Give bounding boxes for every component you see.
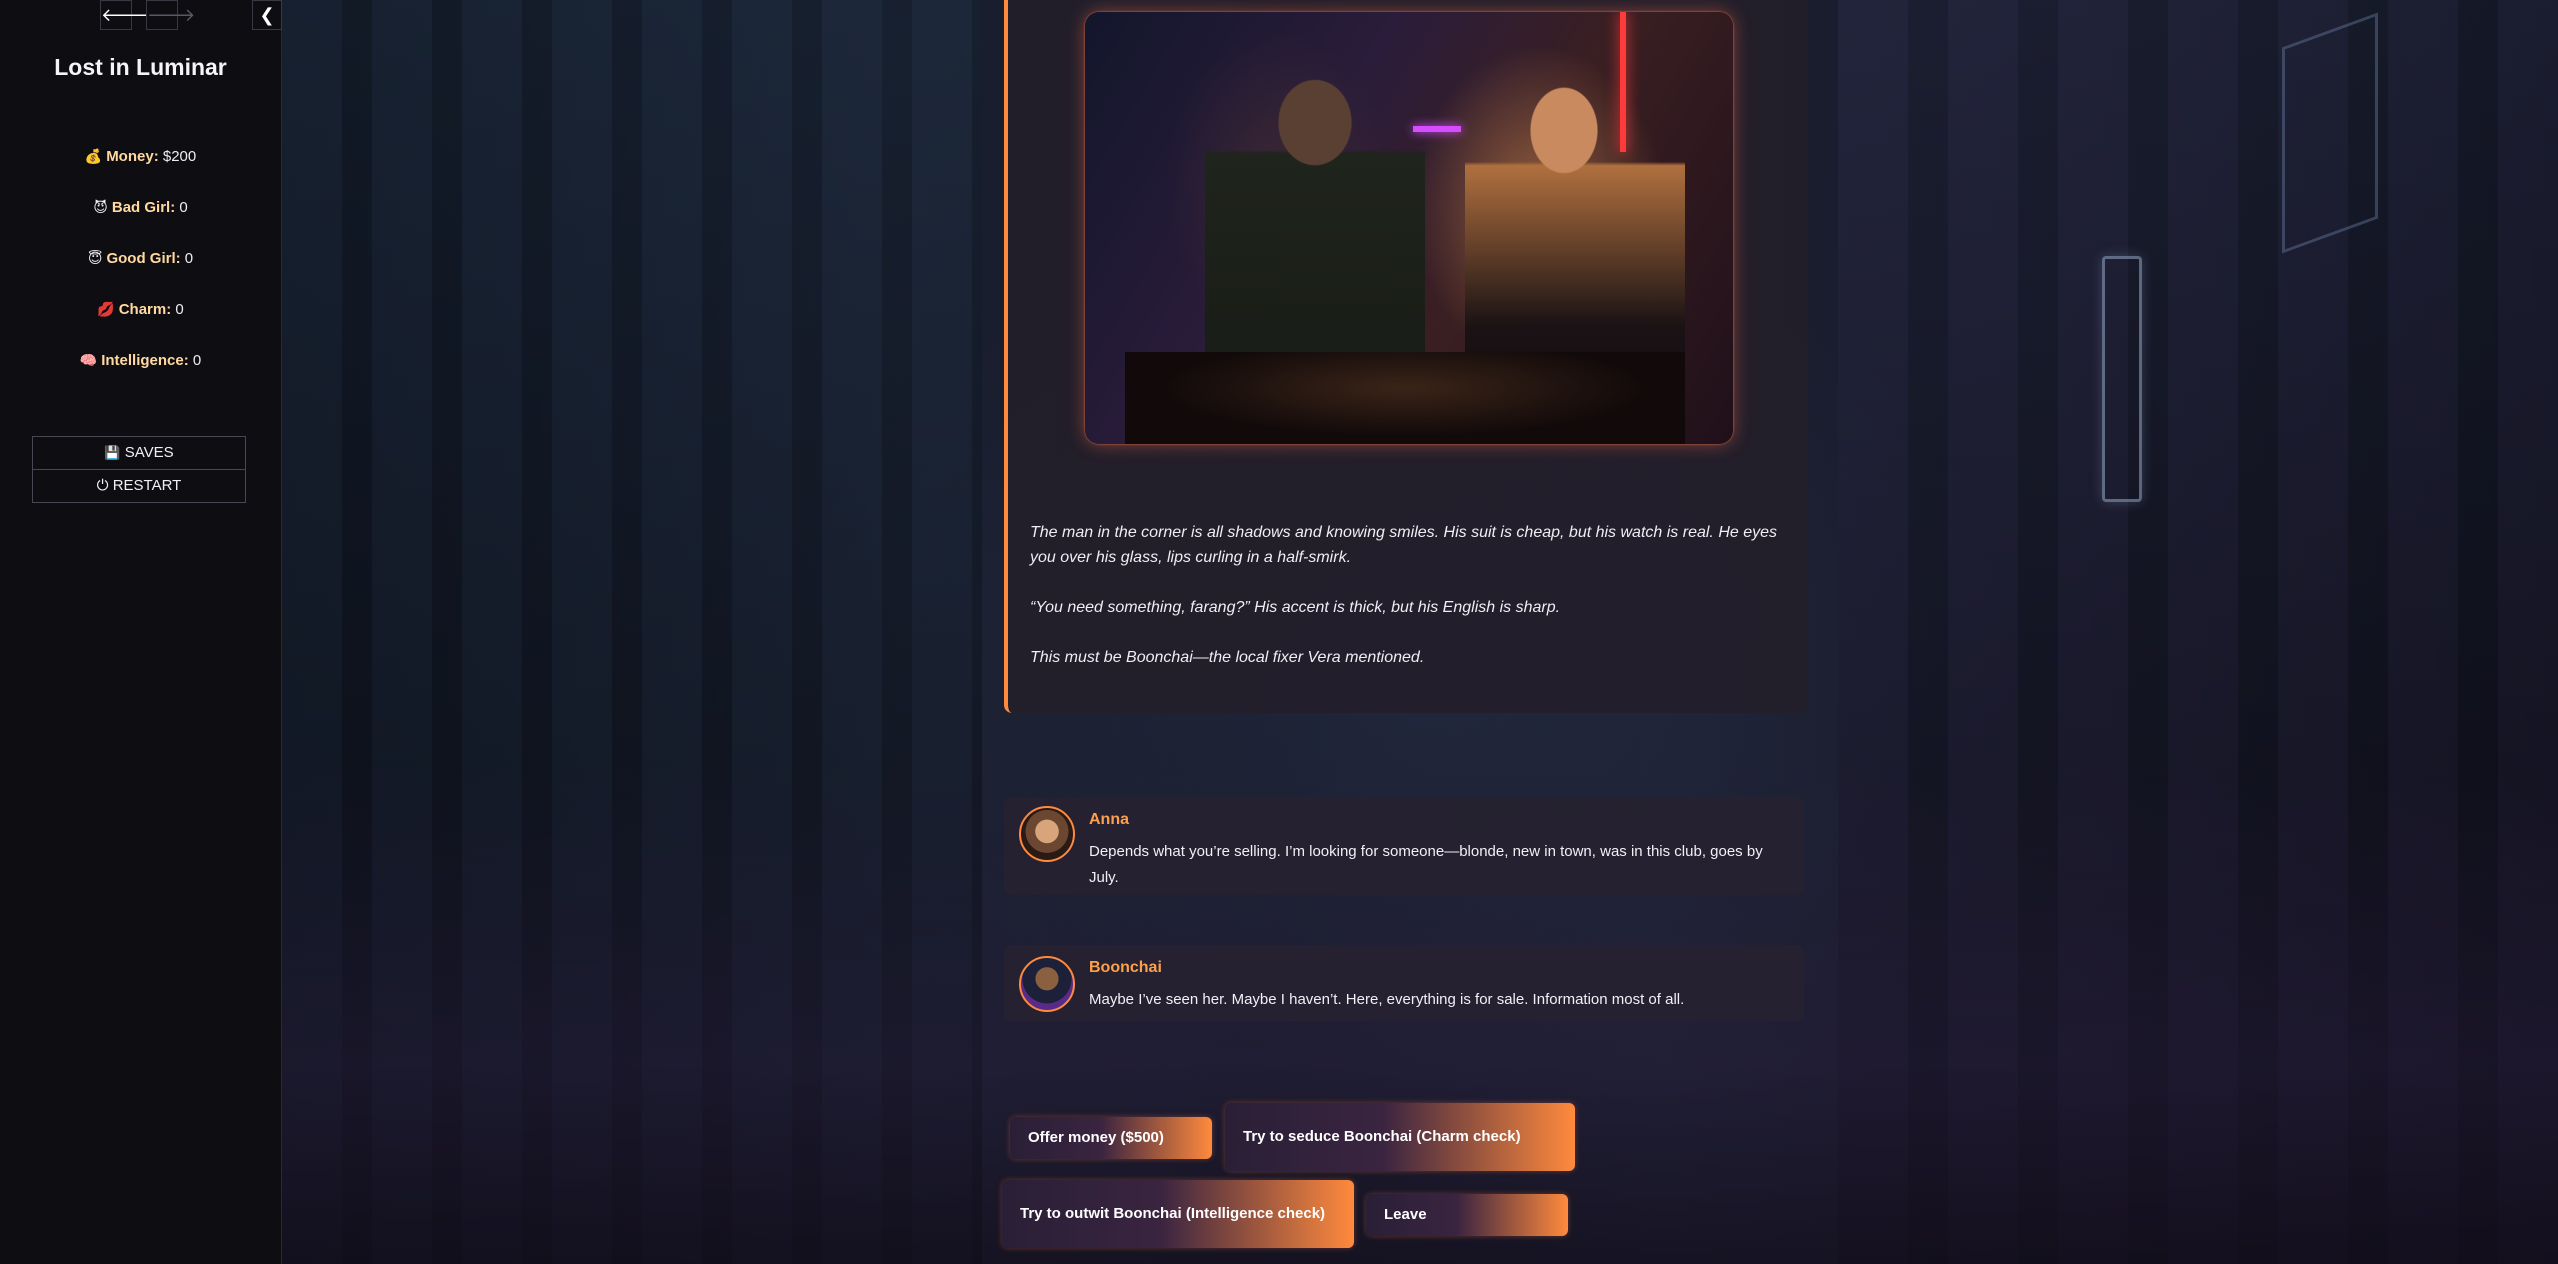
- saves-label: SAVES: [124, 444, 174, 461]
- story-text: The man in the corner is all shadows and…: [1030, 520, 1790, 695]
- angel-icon: 😇: [87, 250, 103, 266]
- stat-label: Bad Girl:: [111, 199, 176, 216]
- scene-image: [1085, 12, 1733, 444]
- background-wall-left: [282, 0, 982, 1264]
- choice-label: Offer money ($500): [1028, 1129, 1164, 1146]
- story-paragraph: “You need something, farang?” His accent…: [1030, 599, 1561, 616]
- avatar: [1019, 956, 1075, 1012]
- chat-message-boonchai: Boonchai Maybe I’ve seen her. Maybe I ha…: [1004, 945, 1804, 1021]
- brain-icon: 🧠: [79, 352, 98, 368]
- restart-label: RESTART: [112, 477, 182, 494]
- stat-charm: 💋 Charm: 0: [0, 301, 281, 318]
- choice-leave-button[interactable]: Leave: [1366, 1194, 1568, 1236]
- stat-intelligence: 🧠 Intelligence: 0: [0, 352, 281, 369]
- choice-seduce-button[interactable]: Try to seduce Boonchai (Charm check): [1225, 1103, 1575, 1171]
- choice-label: Try to outwit Boonchai (Intelligence che…: [1020, 1205, 1326, 1222]
- money-bag-icon: 💰: [84, 148, 103, 164]
- back-button[interactable]: 🡐: [100, 0, 149, 30]
- background-wall-right: [1838, 0, 2558, 1264]
- stat-label: Charm:: [118, 301, 172, 318]
- collapse-sidebar-button[interactable]: ❮: [252, 0, 282, 30]
- restart-button[interactable]: ⏻ RESTART: [32, 469, 246, 503]
- floppy-disk-icon: 💾: [104, 445, 121, 460]
- stat-value: 0: [184, 250, 194, 267]
- story-panel: The man in the corner is all shadows and…: [1004, 0, 1808, 713]
- story-paragraph: The man in the corner is all shadows and…: [1030, 524, 1778, 566]
- background-neon-sign-top: [2282, 12, 2378, 254]
- story-paragraph: This must be Boonchai—the local fixer Ve…: [1030, 649, 1425, 666]
- stat-value: 0: [192, 352, 202, 369]
- speaker-name: Boonchai: [1089, 959, 1162, 976]
- choice-outwit-button[interactable]: Try to outwit Boonchai (Intelligence che…: [1002, 1180, 1354, 1248]
- stat-value: 0: [179, 199, 188, 216]
- background-neon-sign: [2102, 256, 2142, 502]
- stat-value: $200: [162, 148, 197, 165]
- stat-label: Intelligence:: [101, 352, 189, 369]
- lips-icon: 💋: [97, 301, 115, 317]
- speaker-name: Anna: [1089, 811, 1129, 828]
- message-text: Maybe I’ve seen her. Maybe I haven’t. He…: [1089, 991, 1685, 1008]
- choice-label: Leave: [1384, 1206, 1427, 1223]
- story-title: Lost in Luminar: [54, 54, 227, 80]
- chat-message-anna: Anna Depends what you’re selling. I’m lo…: [1004, 797, 1804, 895]
- avatar: [1019, 806, 1075, 862]
- scene-table: [1125, 352, 1685, 444]
- stat-label: Good Girl:: [106, 250, 181, 267]
- devil-icon: 😈: [93, 199, 108, 215]
- stat-money: 💰 Money: $200: [0, 148, 281, 165]
- stat-bad-girl: 😈 Bad Girl: 0: [0, 199, 281, 216]
- stat-value: 0: [175, 301, 184, 318]
- forward-button[interactable]: 🡒: [146, 0, 195, 30]
- saves-button[interactable]: 💾 SAVES: [32, 436, 246, 470]
- message-text: Depends what you’re selling. I’m looking…: [1089, 843, 1763, 886]
- sidebar: 🡐 🡒 ❮ Lost in Luminar 💰 Money: $200 😈 Bad …: [0, 0, 282, 1264]
- power-icon: ⏻: [96, 477, 109, 494]
- choice-label: Try to seduce Boonchai (Charm check): [1243, 1128, 1521, 1145]
- choice-offer-money-button[interactable]: Offer money ($500): [1010, 1117, 1212, 1159]
- stat-label: Money:: [106, 148, 159, 165]
- arrow-right-icon: 🡒: [147, 5, 196, 25]
- arrow-left-icon: 🡐: [101, 5, 150, 25]
- stat-good-girl: 😇 Good Girl: 0: [0, 250, 281, 267]
- chevron-left-icon: ❮: [259, 5, 275, 25]
